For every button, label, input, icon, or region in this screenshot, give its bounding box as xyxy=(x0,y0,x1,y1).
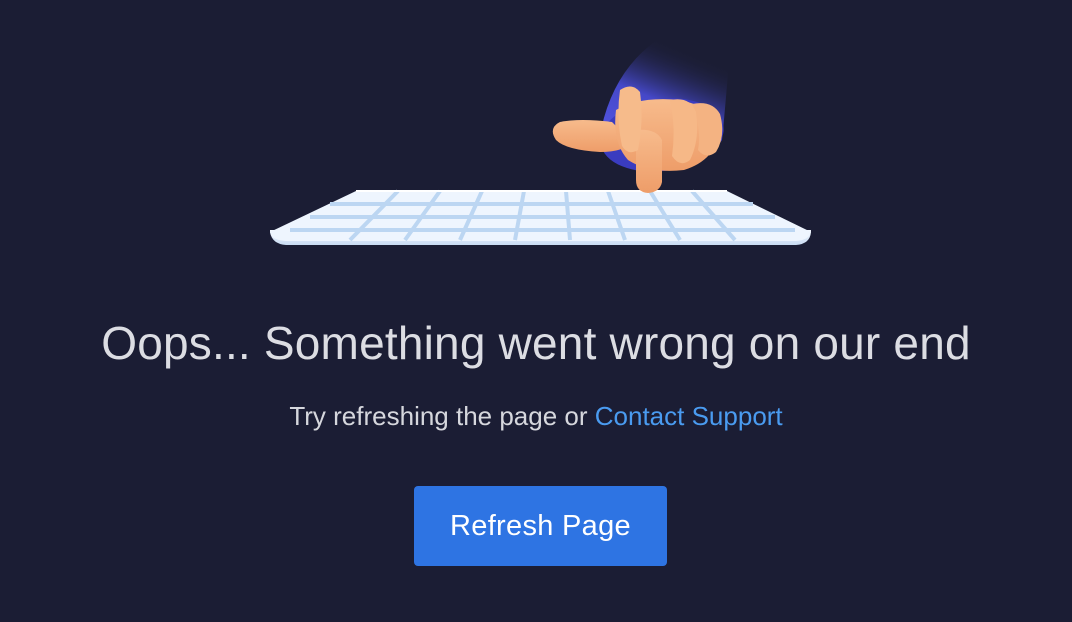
error-message-text: Try refreshing the page or xyxy=(289,401,595,431)
hand-tapping-keyboard-icon xyxy=(270,35,811,245)
refresh-page-button[interactable]: Refresh Page xyxy=(414,486,667,566)
error-page: Oops... Something went wrong on our end … xyxy=(0,0,1072,622)
error-message: Try refreshing the page or Contact Suppo… xyxy=(0,400,1072,432)
keyboard-icon xyxy=(270,189,811,245)
contact-support-link[interactable]: Contact Support xyxy=(595,401,783,431)
page-title: Oops... Something went wrong on our end xyxy=(101,317,971,369)
